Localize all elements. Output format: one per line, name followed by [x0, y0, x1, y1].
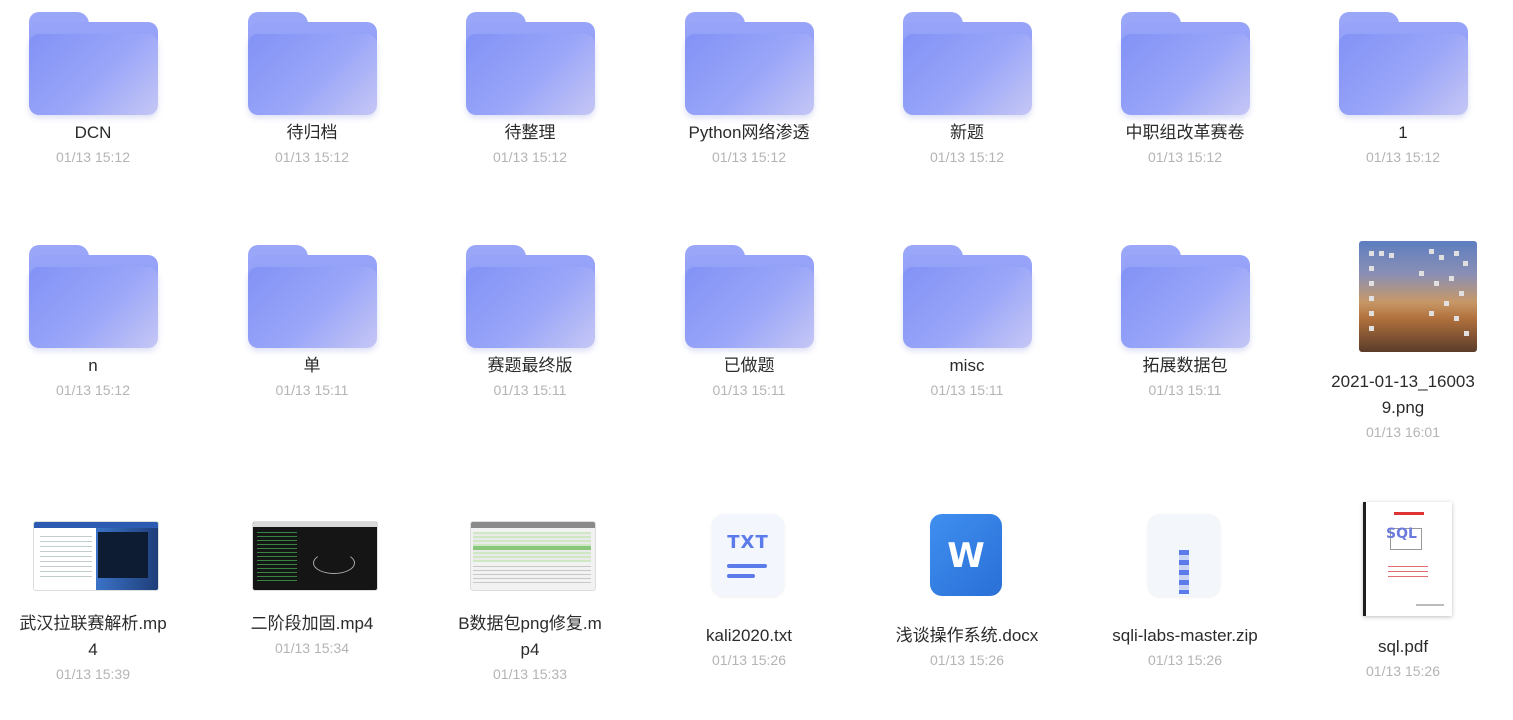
- folder-icon: [430, 233, 630, 353]
- file-name: 已做题: [723, 356, 775, 375]
- file-date: 01/13 15:11: [275, 382, 349, 398]
- file-date: 01/13 15:34: [275, 640, 349, 656]
- file-date: 01/13 15:12: [275, 149, 349, 165]
- file-date: 01/13 15:11: [493, 382, 567, 398]
- txt-file-item[interactable]: TXT kali2020.txt 01/13 15:26: [649, 501, 849, 670]
- file-date: 01/13 15:12: [930, 149, 1004, 165]
- file-name: 1: [1398, 123, 1408, 142]
- folder-item[interactable]: 新题 01/13 15:12: [867, 0, 1067, 167]
- file-date: 01/13 15:12: [493, 149, 567, 165]
- file-date: 01/13 15:33: [493, 666, 567, 682]
- folder-icon: [212, 0, 412, 120]
- folder-item[interactable]: n 01/13 15:12: [0, 233, 193, 400]
- file-date: 01/13 16:01: [1366, 424, 1440, 440]
- file-name: 拓展数据包: [1142, 356, 1228, 375]
- file-date: 01/13 15:11: [930, 382, 1004, 398]
- video-file-item[interactable]: B数据包png修复.mp4 01/13 15:33: [430, 481, 630, 684]
- file-date: 01/13 15:12: [56, 382, 130, 398]
- file-date: 01/13 15:12: [56, 149, 130, 165]
- file-name: kali2020.txt: [706, 626, 792, 645]
- folder-item[interactable]: 待归档 01/13 15:12: [212, 0, 412, 167]
- folder-icon: [0, 233, 193, 353]
- file-name: sql.pdf: [1377, 637, 1429, 656]
- image-thumbnail: [1303, 241, 1503, 353]
- folder-icon: [1085, 0, 1285, 120]
- file-date: 01/13 15:39: [56, 666, 130, 682]
- file-name: 待整理: [504, 123, 556, 142]
- zip-file-icon: [1085, 501, 1285, 611]
- video-thumbnail: [430, 481, 630, 601]
- file-date: 01/13 15:26: [712, 652, 786, 668]
- folder-item[interactable]: 中职组改革赛卷 01/13 15:12: [1085, 0, 1285, 167]
- folder-item[interactable]: 拓展数据包 01/13 15:11: [1085, 233, 1285, 400]
- folder-icon: [867, 233, 1067, 353]
- folder-icon: [649, 233, 849, 353]
- file-date: 01/13 15:26: [930, 652, 1004, 668]
- file-date: 01/13 15:11: [1148, 382, 1222, 398]
- folder-item[interactable]: 单 01/13 15:11: [212, 233, 412, 400]
- file-date: 01/13 15:26: [1366, 663, 1440, 679]
- word-file-icon: W: [867, 501, 1067, 611]
- file-name: B数据包png修复.mp4: [458, 614, 602, 659]
- file-name: Python网络渗透: [688, 123, 810, 142]
- file-name: 2021-01-13_160039.png: [1331, 372, 1475, 417]
- file-name: DCN: [74, 123, 112, 142]
- folder-icon: [212, 233, 412, 353]
- pdf-logo-text: SQL: [1386, 526, 1417, 542]
- file-name: 浅谈操作系统.docx: [895, 626, 1039, 645]
- file-name: 待归档: [286, 123, 338, 142]
- file-name: n: [88, 356, 98, 375]
- folder-icon: [0, 0, 193, 120]
- folder-item[interactable]: 1 01/13 15:12: [1303, 0, 1503, 167]
- file-name: 武汉拉联赛解析.mp4: [19, 614, 167, 659]
- folder-icon: [649, 0, 849, 120]
- folder-icon: [867, 0, 1067, 120]
- folder-item[interactable]: 待整理 01/13 15:12: [430, 0, 630, 167]
- word-icon-label: W: [947, 536, 985, 576]
- file-date: 01/13 15:12: [712, 149, 786, 165]
- txt-file-icon: TXT: [649, 501, 849, 611]
- file-date: 01/13 15:11: [712, 382, 786, 398]
- file-name: 单: [303, 356, 321, 375]
- folder-item[interactable]: 已做题 01/13 15:11: [649, 233, 849, 400]
- pdf-file-item[interactable]: SQL sql.pdf 01/13 15:26: [1303, 502, 1503, 681]
- file-name: sqli-labs-master.zip: [1112, 626, 1258, 645]
- folder-icon: [430, 0, 630, 120]
- file-date: 01/13 15:26: [1148, 652, 1222, 668]
- folder-item[interactable]: Python网络渗透 01/13 15:12: [649, 0, 849, 167]
- folder-item[interactable]: misc 01/13 15:11: [867, 233, 1067, 400]
- folder-item[interactable]: DCN 01/13 15:12: [0, 0, 193, 167]
- txt-icon-label: TXT: [727, 532, 769, 553]
- file-name: 赛题最终版: [487, 356, 573, 375]
- folder-icon: [1303, 0, 1503, 120]
- video-file-item[interactable]: 武汉拉联赛解析.mp4 01/13 15:39: [0, 481, 193, 684]
- file-name: 中职组改革赛卷: [1125, 123, 1245, 142]
- file-name: misc: [949, 356, 985, 375]
- docx-file-item[interactable]: W 浅谈操作系统.docx 01/13 15:26: [867, 501, 1067, 670]
- file-date: 01/13 15:12: [1148, 149, 1222, 165]
- folder-item[interactable]: 赛题最终版 01/13 15:11: [430, 233, 630, 400]
- folder-icon: [1085, 233, 1285, 353]
- file-name: 新题: [950, 123, 984, 142]
- video-thumbnail: [212, 481, 412, 601]
- image-file-item[interactable]: 2021-01-13_160039.png 01/13 16:01: [1303, 241, 1503, 442]
- pdf-thumbnail: SQL: [1303, 502, 1503, 618]
- video-thumbnail: [0, 481, 193, 601]
- video-file-item[interactable]: 二阶段加固.mp4 01/13 15:34: [212, 481, 412, 658]
- zip-file-item[interactable]: sqli-labs-master.zip 01/13 15:26: [1085, 501, 1285, 670]
- file-name: 二阶段加固.mp4: [250, 614, 374, 633]
- file-date: 01/13 15:12: [1366, 149, 1440, 165]
